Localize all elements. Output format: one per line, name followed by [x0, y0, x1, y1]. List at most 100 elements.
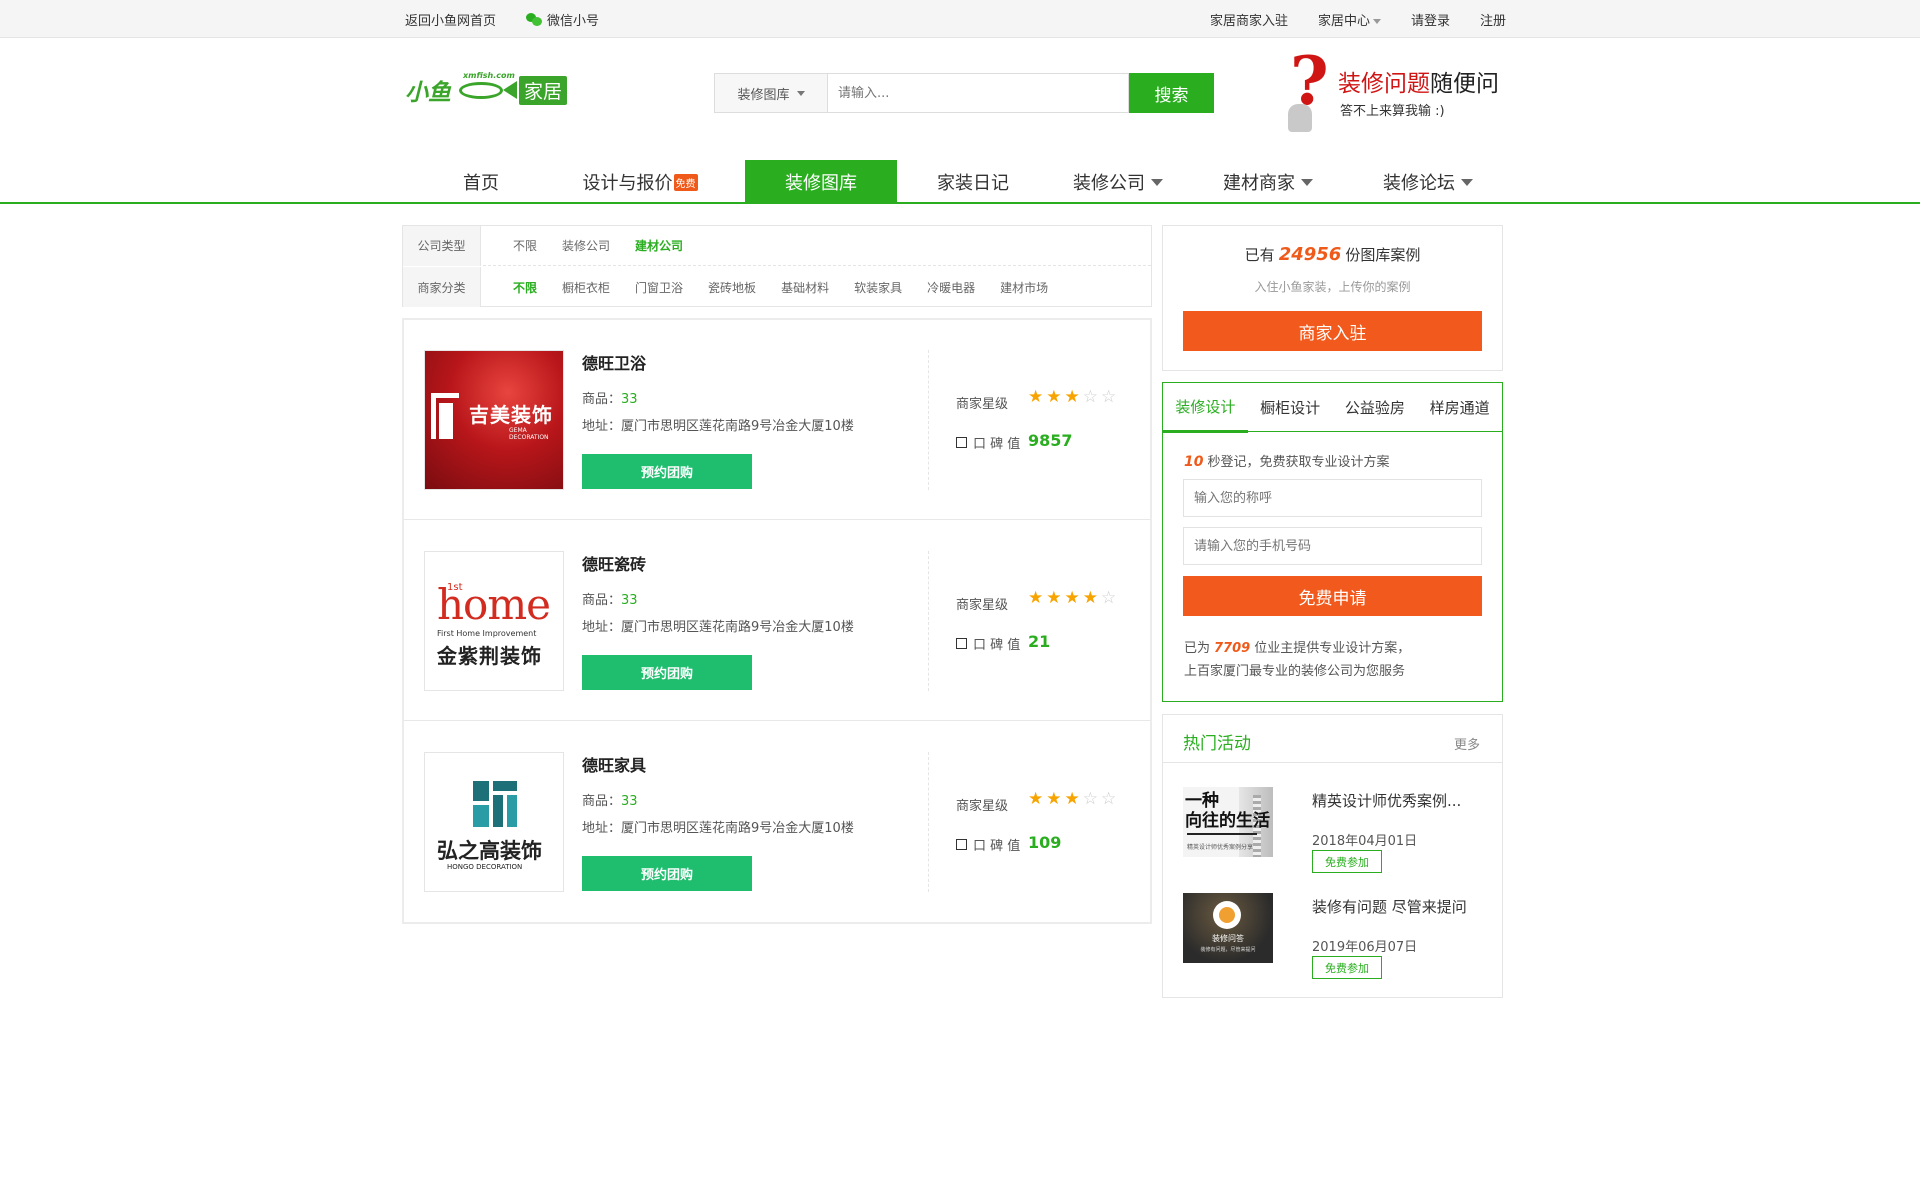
logo-text-left: 小鱼: [405, 80, 451, 106]
search-category-select[interactable]: 装修图库: [714, 73, 827, 113]
merchant-logo[interactable]: 1st home First Home Improvement 金紫荆装饰: [424, 551, 564, 691]
star-empty-icon: ☆: [1101, 588, 1117, 608]
tip-text: 秒登记，免费获取专业设计方案: [1207, 455, 1390, 470]
nav-gallery[interactable]: 装修图库: [745, 160, 897, 204]
logo-text: home: [437, 580, 551, 629]
merchant-list: 吉美装饰 GEMA DECORATION 德旺卫浴 商品：33 地址：厦门市思明…: [402, 318, 1152, 924]
star-filled-icon: ★: [1064, 387, 1080, 407]
nav-companies[interactable]: 装修公司: [1042, 160, 1194, 204]
home-center-menu[interactable]: 家居中心: [1318, 10, 1381, 29]
book-group-button[interactable]: 预约团购: [582, 655, 752, 690]
nav-label: 设计与报价: [582, 173, 673, 194]
activity-image-sub: 精英设计师优秀案例分享: [1187, 844, 1254, 851]
filter-option[interactable]: 橱柜衣柜: [562, 279, 610, 296]
free-apply-button[interactable]: 免费申请: [1183, 576, 1482, 616]
login-link[interactable]: 请登录: [1411, 10, 1450, 29]
free-badge: 免费: [673, 173, 698, 191]
book-group-button[interactable]: 预约团购: [582, 454, 752, 489]
filter-option[interactable]: 装修公司: [562, 237, 610, 254]
activity-image-sub: 装修有问题，尽管来提问: [1200, 947, 1256, 953]
case-subtitle: 入住小鱼家装，上传你的案例: [1254, 280, 1411, 294]
nav-label: 装修公司: [1073, 173, 1145, 194]
book-group-button[interactable]: 预约团购: [582, 856, 752, 891]
filter-option-selected[interactable]: 建材公司: [635, 237, 683, 254]
free-join-button[interactable]: 免费参加: [1312, 956, 1382, 979]
merchant-name[interactable]: 德旺家具: [582, 752, 646, 776]
top-bar: 返回小鱼网首页 微信小号 家居商家入驻 家居中心 请登录 注册: [0, 0, 1920, 38]
filter-option-selected[interactable]: 不限: [513, 279, 537, 296]
tab-cabinet-design[interactable]: 橱柜设计: [1248, 383, 1333, 431]
nav-diary[interactable]: 家装日记: [897, 160, 1049, 204]
filter-option[interactable]: 基础材料: [781, 279, 829, 296]
reputation-label: 口 碑 值: [973, 437, 1021, 452]
phone-field[interactable]: [1183, 527, 1482, 565]
merchant-join-link[interactable]: 家居商家入驻: [1210, 10, 1288, 29]
filter-option[interactable]: 软装家具: [854, 279, 902, 296]
tab-decoration-design[interactable]: 装修设计: [1163, 383, 1248, 433]
nav-label: 家装日记: [937, 173, 1009, 194]
star-empty-icon: ☆: [1082, 387, 1098, 407]
back-home-link[interactable]: 返回小鱼网首页: [405, 10, 496, 29]
nav-label: 建材商家: [1223, 173, 1295, 194]
activity-image[interactable]: 装修问答 装修有问题，尽管来提问: [1183, 893, 1273, 963]
chevron-down-icon: [1301, 178, 1313, 186]
filter-panel: 公司类型 不限 装修公司 建材公司 商家分类 不限 橱柜衣柜 门窗卫浴 瓷砖地板…: [402, 225, 1152, 307]
merchant-join-button[interactable]: 商家入驻: [1183, 311, 1482, 351]
search-input[interactable]: [827, 73, 1129, 113]
more-link[interactable]: 更多: [1454, 734, 1480, 753]
star-filled-icon: ★: [1028, 387, 1044, 407]
star-filled-icon: ★: [1082, 588, 1098, 608]
chevron-down-icon: [1151, 178, 1163, 186]
ask-title-rest: 随便问: [1430, 71, 1499, 97]
merchant-logo[interactable]: 弘之高装饰 HONGO DECORATION: [424, 752, 564, 892]
star-label: 商家星级: [956, 799, 1009, 814]
address-prefix: 地址：: [582, 620, 622, 635]
filter-option[interactable]: 建材市场: [1000, 279, 1048, 296]
activity-image[interactable]: 一种 向往的生活 精英设计师优秀案例分享: [1183, 787, 1273, 857]
square-icon: [956, 638, 967, 649]
activity-item: 装修问答 装修有问题，尽管来提问 装修有问题 尽管来提问 2019年06月07日…: [1183, 893, 1493, 979]
merchant-logo[interactable]: 吉美装饰 GEMA DECORATION: [424, 350, 564, 490]
nav-home[interactable]: 首页: [405, 160, 557, 204]
site-logo[interactable]: 小鱼 xmfish.com 家居: [405, 71, 568, 108]
filter-option[interactable]: 冷暖电器: [927, 279, 975, 296]
tip-number: 10: [1184, 454, 1204, 470]
nav-materials[interactable]: 建材商家: [1192, 160, 1344, 204]
star-filled-icon: ★: [1064, 789, 1080, 809]
free-join-button[interactable]: 免费参加: [1312, 850, 1382, 873]
register-link[interactable]: 注册: [1480, 10, 1506, 29]
tab-house-inspection[interactable]: 公益验房: [1333, 383, 1418, 431]
filter-option[interactable]: 不限: [513, 237, 537, 254]
activity-title[interactable]: 装修有问题 尽管来提问: [1312, 896, 1467, 917]
nav-forum[interactable]: 装修论坛: [1352, 160, 1504, 204]
search-category-label: 装修图库: [737, 87, 790, 103]
name-field[interactable]: [1183, 479, 1482, 517]
goods-count: 33: [621, 593, 638, 608]
ask-subtitle: 答不上来算我输 :): [1340, 104, 1445, 119]
reputation-label-wrap: 口 碑 值: [956, 433, 1020, 452]
activities-header: 热门活动 更多: [1163, 715, 1502, 763]
tab-model-room[interactable]: 样房通道: [1417, 383, 1502, 431]
star-rating: ★ ★ ★ ☆ ☆: [1028, 791, 1116, 808]
divider: [928, 350, 929, 490]
search-button[interactable]: 搜索: [1129, 73, 1214, 113]
activity-item: 一种 向往的生活 精英设计师优秀案例分享 精英设计师优秀案例... 2018年04…: [1183, 787, 1493, 873]
star-filled-icon: ★: [1028, 789, 1044, 809]
design-form-box: 装修设计 橱柜设计 公益验房 样房通道 10秒登记，免费获取专业设计方案 免费申…: [1162, 382, 1503, 702]
ask-promo[interactable]: ? 装修问题随便问 答不上来算我输 :): [1284, 48, 1514, 134]
star-filled-icon: ★: [1028, 588, 1044, 608]
nav-design-quote[interactable]: 设计与报价 免费: [557, 160, 723, 204]
merchant-name[interactable]: 德旺瓷砖: [582, 551, 646, 575]
note-suffix: 位业主提供专业设计方案，: [1254, 641, 1411, 656]
merchant-goods: 商品：33: [582, 790, 638, 809]
activity-title[interactable]: 精英设计师优秀案例...: [1312, 790, 1461, 811]
reputation-label: 口 碑 值: [973, 638, 1021, 653]
note-prefix: 已为: [1184, 641, 1211, 656]
question-mark-icon: ?: [1284, 48, 1330, 132]
case-count-text: 已有 24956 份图库案例: [1163, 244, 1502, 265]
merchant-name[interactable]: 德旺卫浴: [582, 350, 646, 374]
filter-option[interactable]: 瓷砖地板: [708, 279, 756, 296]
filter-option[interactable]: 门窗卫浴: [635, 279, 683, 296]
merchant-goods: 商品：33: [582, 388, 638, 407]
wechat-link[interactable]: 微信小号: [526, 10, 599, 29]
